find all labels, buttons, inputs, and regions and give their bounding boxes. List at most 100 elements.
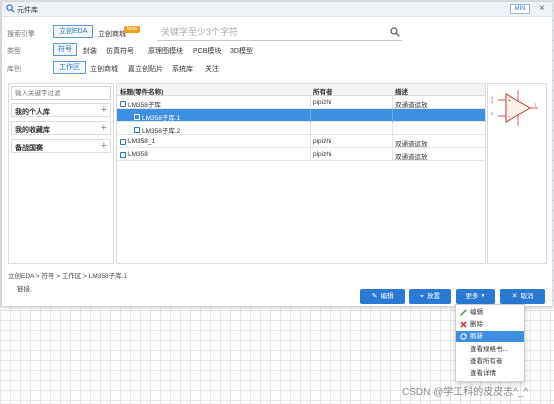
table-row[interactable]: LM358子库.2 — [117, 122, 485, 135]
cell-divider — [310, 96, 311, 109]
menu-item-datasheet[interactable]: 查看规格书... — [456, 344, 524, 355]
svg-text:−: − — [508, 114, 511, 120]
table-row[interactable]: LM358_1 pipizhi 双通道运放 — [117, 135, 485, 148]
row-owner: pipizhi — [313, 151, 332, 158]
row-title-text: LM358子库 — [128, 102, 161, 109]
cell-divider — [310, 109, 311, 122]
pin-label: 2 — [491, 111, 494, 116]
menu-item-label: 删除 — [470, 321, 483, 328]
plus-icon[interactable]: + — [101, 140, 107, 152]
more-button-label: 更多 — [465, 293, 479, 300]
row-title-text: LM358_1 — [128, 138, 156, 145]
library-label: 我的收藏库 — [15, 127, 50, 134]
pin-label: 3 — [491, 99, 494, 104]
component-table: 标题(零件名称) 所有者 描述 LM358子库 pipizhi 双通道运放 LM358… — [116, 83, 486, 264]
menu-item-label: 查看所有者 — [470, 358, 503, 365]
column-header-desc[interactable]: 描述 — [395, 86, 408, 96]
opamp-symbol-icon: + − 4 3 2 1 — [491, 90, 538, 126]
more-dropdown-menu: 编辑 删除 刷新 查看规格书... 查看所有者 查看详情 — [455, 304, 525, 382]
library-label: 我的个人库 — [15, 109, 50, 116]
symbol-preview: + − 4 3 2 1 — [487, 83, 547, 264]
type-sch-module-button[interactable]: 原理图模块 — [148, 46, 183, 56]
type-symbol-button[interactable]: 符号 — [53, 43, 77, 56]
column-header-owner[interactable]: 所有者 — [313, 86, 333, 96]
cell-divider — [392, 148, 393, 161]
refresh-icon — [460, 333, 467, 340]
row-title: LM358子库.1 — [134, 112, 180, 122]
pencil-icon: ✎ — [371, 293, 378, 300]
component-icon — [120, 138, 126, 145]
search-input[interactable] — [157, 24, 382, 39]
repo-system-button[interactable]: 系统库 — [172, 64, 193, 74]
engine-lcsc-button[interactable]: 立创商城 — [98, 29, 126, 39]
edit-button-label: 编辑 — [380, 293, 394, 300]
component-library-dialog: 元件库 MIN × 搜索引擎 立创EDA 立创商城 beta 类型 符号 封装 … — [1, 1, 553, 307]
library-label: 备战国赛 — [15, 145, 43, 152]
cell-divider — [392, 122, 393, 135]
row-title-text: LM358子库.2 — [142, 128, 181, 135]
menu-item-edit[interactable]: 编辑 — [456, 307, 524, 318]
cell-divider — [310, 135, 311, 148]
row-title: LM358 — [120, 151, 148, 158]
close-icon[interactable]: × — [539, 3, 545, 15]
minimize-button[interactable]: MIN — [510, 4, 530, 14]
menu-item-label: 查看详情 — [470, 370, 496, 377]
library-filter-input[interactable] — [11, 86, 111, 100]
repo-jlc-smt-button[interactable]: 嘉立创贴片 — [128, 64, 163, 74]
component-icon — [134, 114, 140, 120]
type-label: 类型 — [7, 48, 21, 55]
menu-item-refresh[interactable]: 刷新 — [456, 331, 524, 342]
edit-button[interactable]: ✎ 编辑 — [360, 289, 405, 304]
row-title: LM358子库 — [120, 99, 161, 109]
type-3d-model-button[interactable]: 3D模型 — [230, 46, 253, 56]
pin-label: 1 — [534, 102, 537, 107]
library-contest[interactable]: 备战国赛 + — [11, 139, 111, 153]
watermark: CSDN @学工科的皮皮志^_^ — [402, 387, 529, 398]
row-title-text: LM358 — [128, 151, 148, 158]
repo-lcsc-button[interactable]: 立创商城 — [90, 64, 118, 74]
table-row[interactable]: LM358 pipizhi 双通道运放 — [117, 148, 485, 161]
cell-divider — [310, 122, 311, 135]
menu-item-label: 查看规格书... — [470, 346, 508, 353]
window-title: 元件库 — [17, 7, 38, 14]
cell-divider — [310, 148, 311, 161]
beta-badge: beta — [124, 26, 140, 33]
repo-follow-button[interactable]: 关注 — [205, 64, 219, 74]
library-personal[interactable]: 我的个人库 + — [11, 103, 111, 117]
menu-item-label: 刷新 — [470, 333, 483, 340]
repo-workspace-button[interactable]: 工作区 — [53, 61, 86, 74]
pin-icon: ⌖ — [420, 293, 424, 300]
table-row[interactable]: LM358子库 pipizhi 双通道运放 — [117, 96, 485, 109]
delete-icon — [460, 321, 467, 328]
type-sim-symbol-button[interactable]: 仿真符号 — [106, 46, 134, 56]
plus-icon[interactable]: + — [101, 122, 107, 134]
type-pcb-module-button[interactable]: PCB模块 — [193, 46, 221, 56]
row-description: 双通道运放 — [395, 154, 428, 161]
plus-icon[interactable]: + — [101, 104, 107, 116]
place-button-label: 放置 — [426, 293, 440, 300]
library-favorites[interactable]: 我的收藏库 + — [11, 121, 111, 135]
menu-item-delete[interactable]: 删除 — [456, 319, 524, 330]
menu-item-label: 编辑 — [470, 309, 483, 316]
engine-label: 搜索引擎 — [7, 31, 35, 38]
menu-item-owner[interactable]: 查看所有者 — [456, 356, 524, 367]
place-button[interactable]: ⌖ 放置 — [409, 289, 451, 304]
more-button[interactable]: 更多 ▼ — [456, 289, 495, 304]
engine-lceda-button[interactable]: 立创EDA — [53, 25, 94, 38]
breadcrumb: 立创EDA > 符号 > 工作区 > LM358子库.1 — [8, 273, 128, 280]
type-footprint-button[interactable]: 封装 — [83, 46, 97, 56]
cancel-button-label: 取消 — [520, 293, 534, 300]
repo-label: 库别 — [7, 66, 21, 73]
component-icon — [120, 101, 126, 107]
component-icon — [134, 127, 140, 133]
table-header: 标题(零件名称) 所有者 描述 — [117, 84, 485, 96]
search-box — [157, 24, 402, 41]
search-icon[interactable] — [390, 27, 400, 37]
row-description: 双通道运放 — [395, 141, 428, 148]
cancel-button[interactable]: ✕ 取消 — [500, 289, 545, 304]
cell-divider — [392, 135, 393, 148]
menu-item-details[interactable]: 查看详情 — [456, 368, 524, 379]
cell-divider — [392, 96, 393, 109]
table-row[interactable]: LM358子库.1 — [117, 109, 485, 122]
column-header-title[interactable]: 标题(零件名称) — [120, 86, 163, 96]
